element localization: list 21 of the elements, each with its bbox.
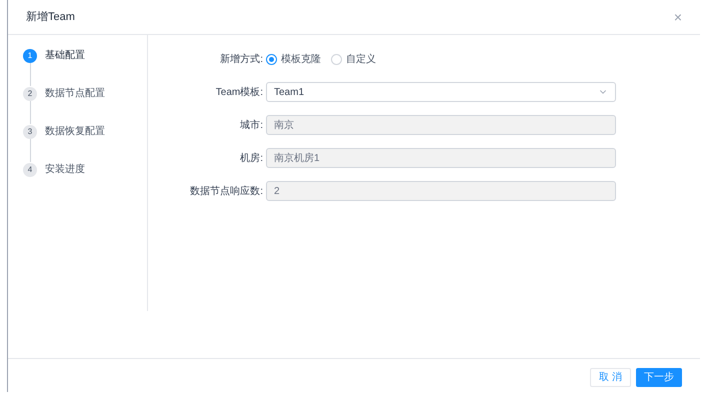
form-label: 机房: [239, 152, 264, 166]
form-label: 城市: [239, 118, 264, 132]
radio-label: 模板克隆 [281, 52, 321, 66]
form-label: 数据节点响应数: [189, 184, 264, 198]
step-label: 安装进度 [45, 162, 85, 177]
template-select[interactable]: Team1 [266, 82, 616, 102]
step-number: 4 [23, 162, 37, 176]
radio-button[interactable] [266, 54, 277, 64]
radio-label: 自定义 [346, 52, 376, 66]
step-label: 数据恢复配置 [45, 124, 105, 139]
next-button[interactable]: 下一步 [636, 368, 682, 387]
cancel-button[interactable]: 取 消 [590, 368, 631, 387]
close-button[interactable]: × [674, 10, 682, 24]
step-label: 数据节点配置 [45, 86, 105, 101]
step-number: 1 [23, 48, 37, 62]
step-label: 基础配置 [45, 48, 85, 63]
step-number: 3 [23, 124, 37, 138]
form-label: Team模板: [214, 86, 264, 100]
dialog-title: 新增Team [26, 10, 75, 25]
step-number: 2 [23, 86, 37, 100]
form-label: 新增方式: [219, 52, 264, 66]
